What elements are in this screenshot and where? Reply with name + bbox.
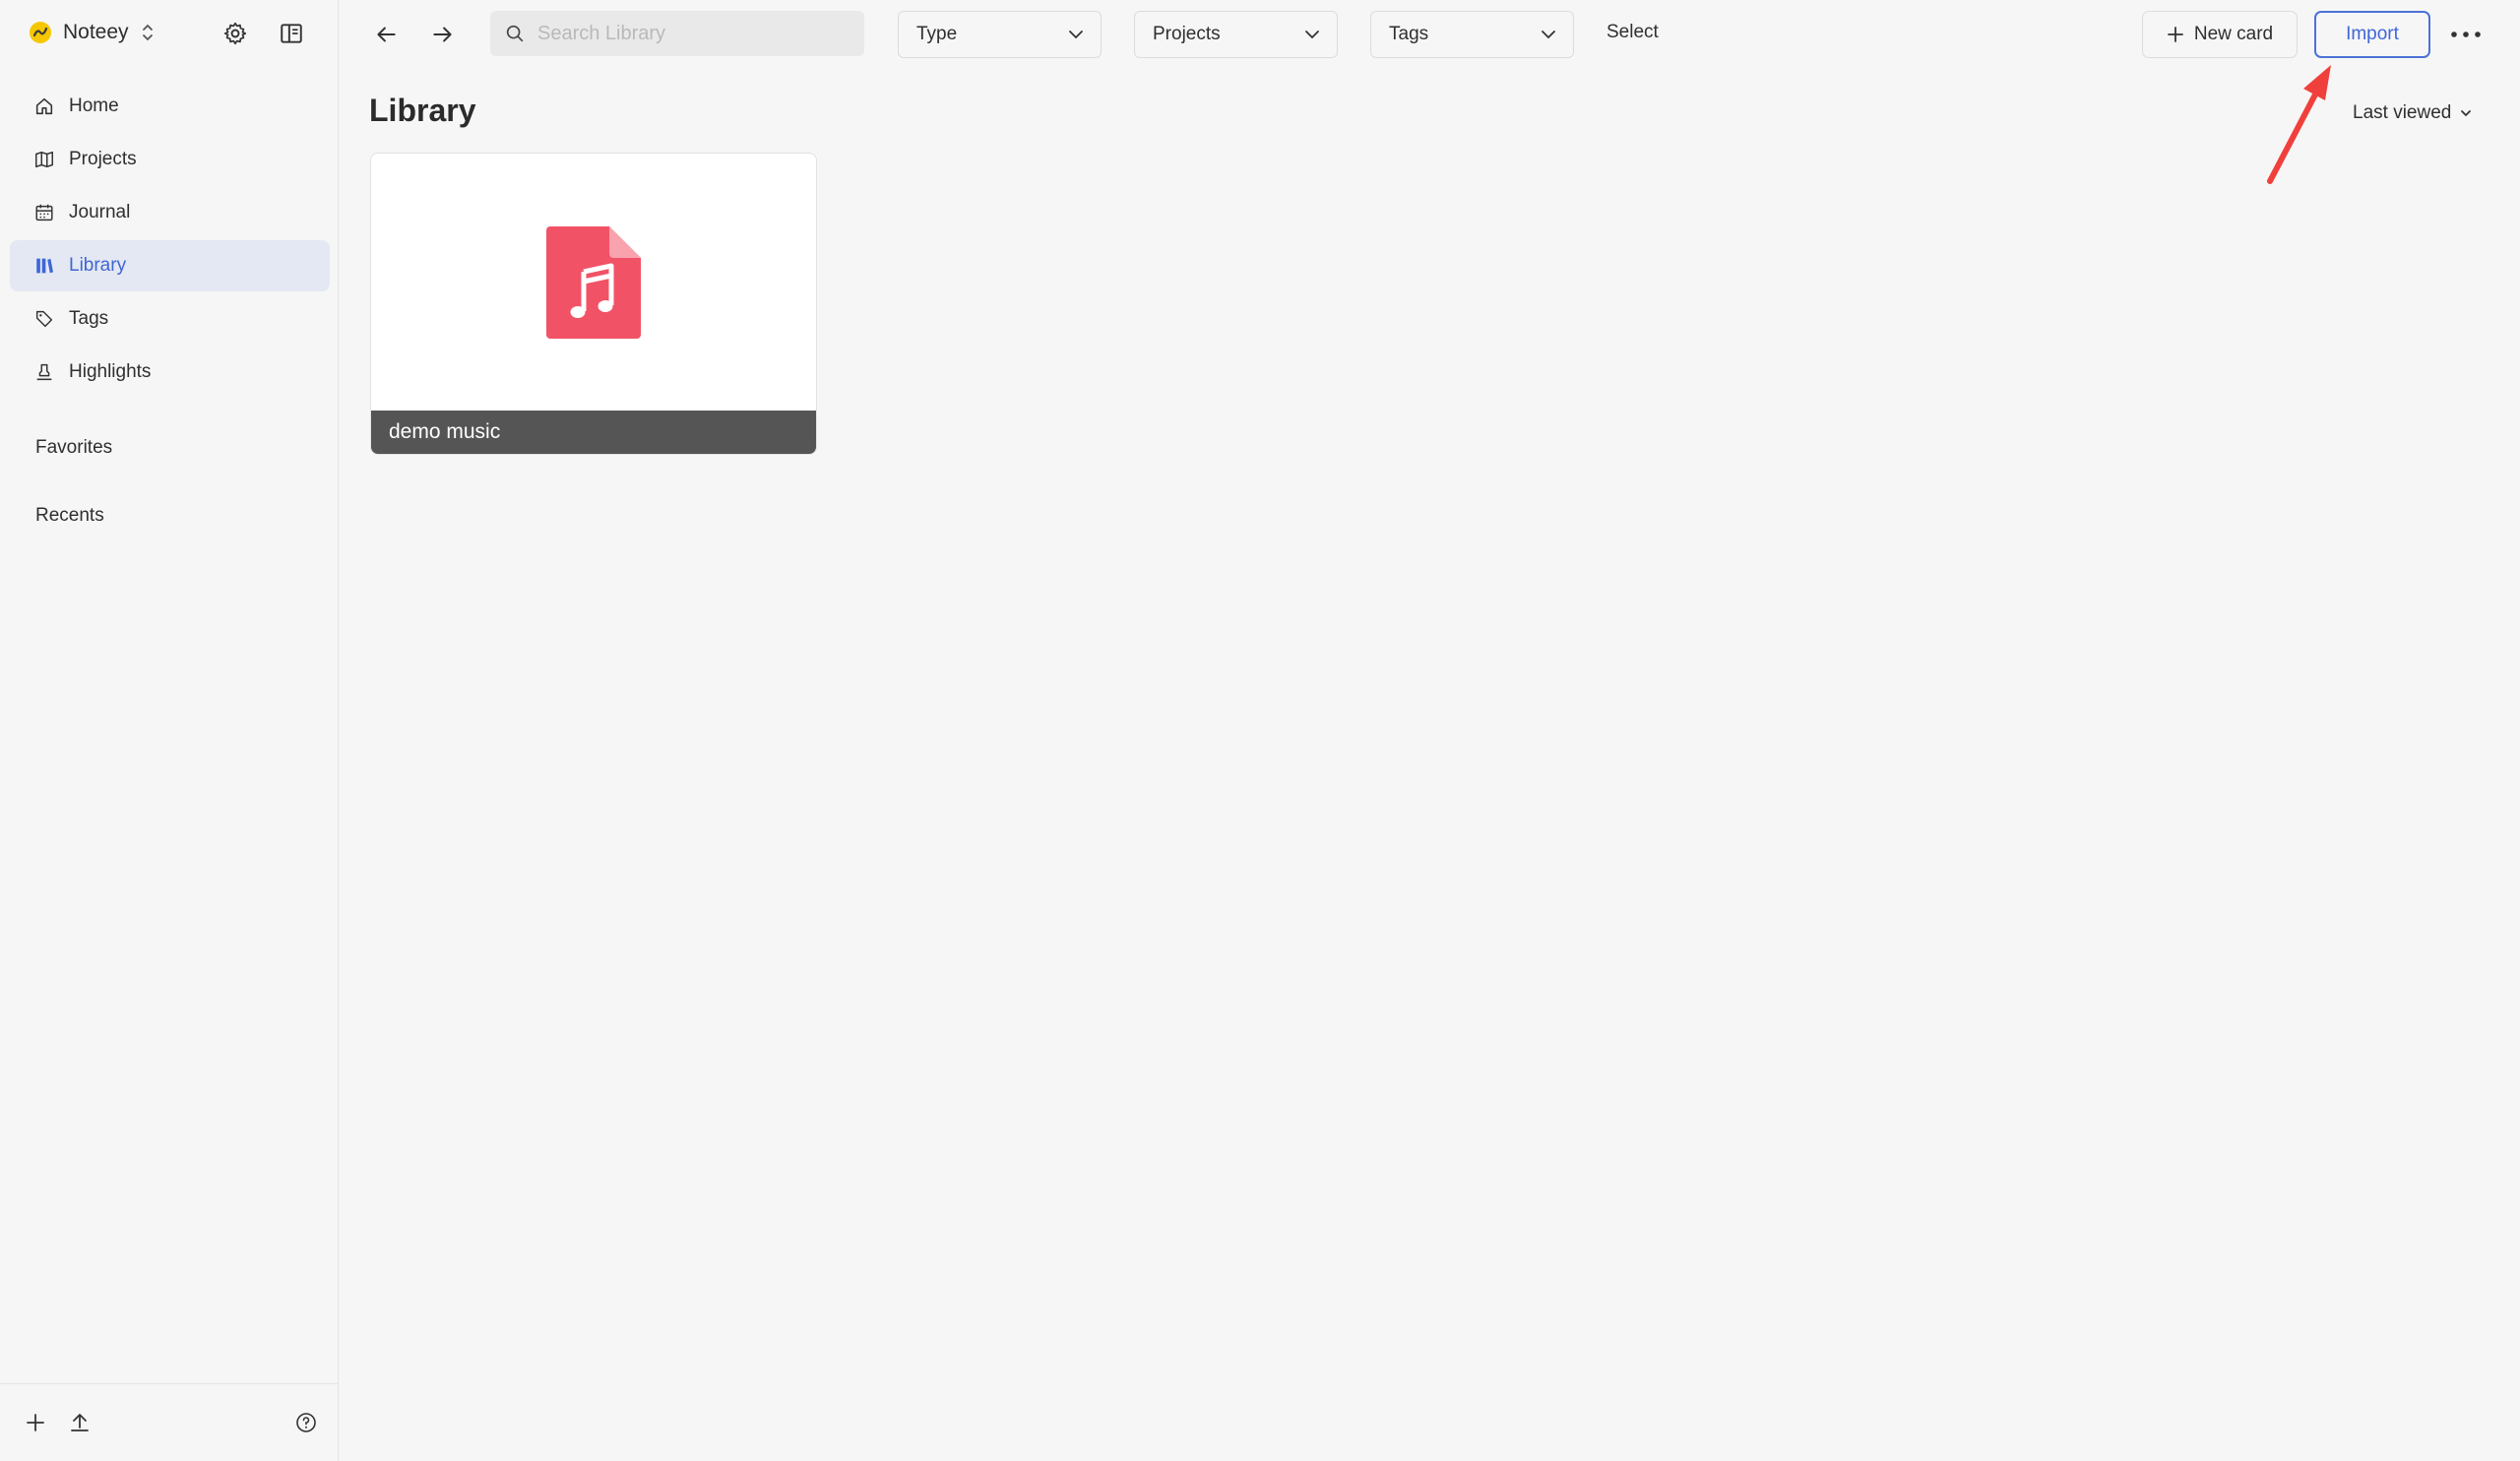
new-card-button[interactable]: New card	[2142, 11, 2298, 58]
sidebar-item-label: Journal	[69, 202, 131, 222]
upload-icon	[71, 1414, 89, 1431]
page-title: Library	[369, 93, 476, 128]
search-input[interactable]	[536, 21, 854, 46]
sidebar-item-home[interactable]: Home	[10, 81, 330, 132]
map-icon	[35, 151, 53, 168]
type-filter-dropdown[interactable]: Type	[898, 11, 1102, 58]
import-label: Import	[2346, 24, 2399, 44]
help-circle-icon	[296, 1413, 316, 1432]
sidebar-footer	[0, 1383, 339, 1461]
type-filter-label: Type	[916, 24, 958, 44]
calendar-icon	[35, 204, 53, 222]
upload-button[interactable]	[65, 1408, 94, 1437]
arrow-right-icon	[433, 27, 452, 42]
library-card[interactable]: demo music	[370, 153, 817, 455]
import-button[interactable]: Import	[2314, 11, 2430, 58]
help-button[interactable]	[291, 1408, 321, 1437]
sidebar-item-journal[interactable]: Journal	[10, 187, 330, 238]
select-button[interactable]: Select	[1606, 22, 1659, 43]
sidebar-item-label: Tags	[69, 308, 109, 329]
card-title: demo music	[371, 411, 816, 454]
chevron-down-icon	[1305, 31, 1319, 39]
tags-filter-dropdown[interactable]: Tags	[1370, 11, 1574, 58]
home-icon	[35, 97, 53, 115]
more-horizontal-icon	[2451, 32, 2481, 37]
search-box[interactable]	[490, 11, 864, 56]
sort-dropdown[interactable]: Last viewed	[2353, 102, 2473, 124]
chevron-up-down-icon	[142, 24, 153, 41]
main-content: Type Projects Tags Select New card Impor…	[339, 0, 2520, 1461]
plus-icon	[27, 1414, 44, 1431]
back-button[interactable]	[368, 17, 404, 52]
sidebar-item-library[interactable]: Library	[10, 240, 330, 291]
sidebar-nav: Home Projects Journal Library Tags Highl…	[10, 81, 330, 400]
projects-filter-dropdown[interactable]: Projects	[1134, 11, 1338, 58]
sidebar-item-highlights[interactable]: Highlights	[10, 347, 330, 398]
music-file-icon	[546, 226, 641, 339]
app-logo-icon	[30, 22, 51, 43]
sidebar-item-tags[interactable]: Tags	[10, 293, 330, 345]
forward-button[interactable]	[425, 17, 461, 52]
card-thumbnail	[371, 154, 816, 412]
new-card-label: New card	[2193, 24, 2274, 44]
sidebar-panel-icon	[281, 24, 302, 43]
add-button[interactable]	[21, 1408, 50, 1437]
arrow-left-icon	[377, 27, 396, 42]
recents-section-label[interactable]: Recents	[35, 505, 104, 527]
chevron-down-icon	[1069, 31, 1083, 39]
workspace-name: Noteey	[63, 21, 129, 43]
projects-filter-label: Projects	[1153, 24, 1221, 44]
search-icon	[506, 25, 524, 42]
sidebar-item-label: Highlights	[69, 361, 152, 382]
gear-icon	[223, 22, 247, 45]
annotation-arrow-icon	[2267, 65, 2331, 184]
highlighter-icon	[36, 363, 52, 381]
sidebar-item-label: Home	[69, 95, 119, 116]
sidebar-item-label: Library	[69, 255, 127, 276]
sidebar: Noteey Home Projects Journal Library Tag…	[0, 0, 339, 1461]
workspace-switcher[interactable]: Noteey	[30, 16, 155, 49]
library-icon	[36, 258, 53, 274]
sidebar-item-projects[interactable]: Projects	[10, 134, 330, 185]
chevron-down-icon	[2461, 110, 2472, 117]
toggle-sidebar-button[interactable]	[276, 18, 307, 49]
more-options-button[interactable]	[2445, 14, 2487, 55]
sidebar-item-label: Projects	[69, 149, 137, 169]
chevron-down-icon	[1542, 31, 1555, 39]
plus-icon	[2167, 27, 2183, 42]
favorites-section-label[interactable]: Favorites	[35, 437, 112, 459]
tag-icon	[35, 310, 53, 328]
tags-filter-label: Tags	[1389, 24, 1429, 44]
sort-label: Last viewed	[2353, 102, 2452, 123]
settings-button[interactable]	[220, 18, 251, 49]
